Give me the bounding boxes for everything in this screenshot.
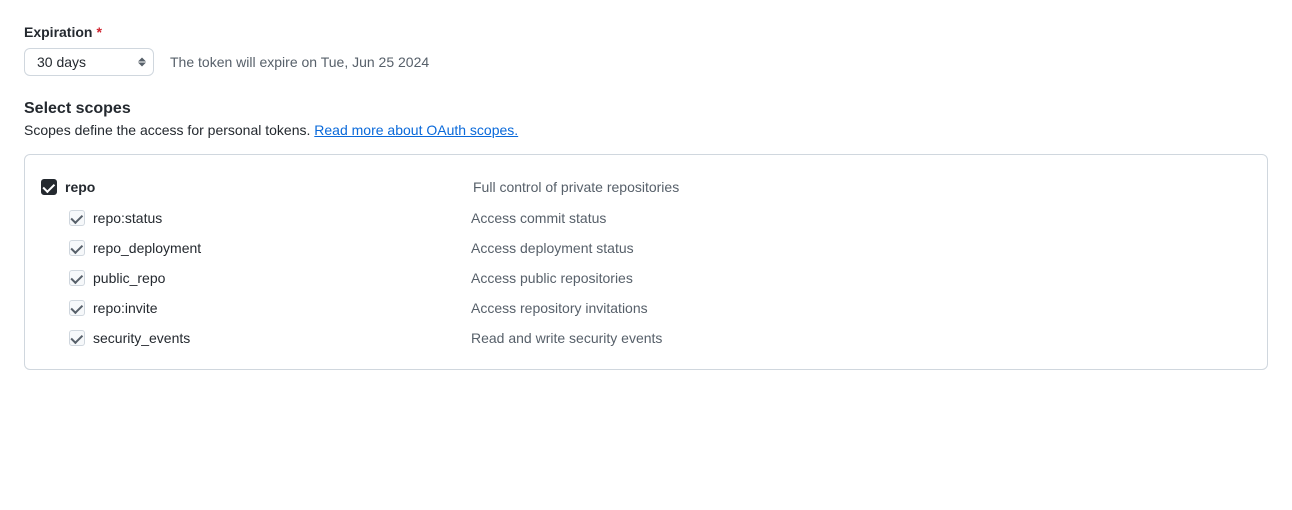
list-item: repo:status Access commit status xyxy=(69,203,1251,233)
expiration-select[interactable]: 7 days 30 days 60 days 90 days Custom No… xyxy=(24,48,154,76)
repo-status-checkbox[interactable] xyxy=(69,210,85,226)
repo-checkbox[interactable] xyxy=(41,179,57,195)
security-events-checkbox[interactable] xyxy=(69,330,85,346)
scopes-description-text: Scopes define the access for personal to… xyxy=(24,122,314,138)
repo-scope-name: repo xyxy=(65,179,465,195)
repo-invite-checkbox[interactable] xyxy=(69,300,85,316)
expiration-section: Expiration * 7 days 30 days 60 days 90 d… xyxy=(24,24,1268,76)
list-item: public_repo Access public repositories xyxy=(69,263,1251,293)
expiration-select-wrapper: 7 days 30 days 60 days 90 days Custom No… xyxy=(24,48,154,76)
repo-deployment-name: repo_deployment xyxy=(93,240,463,256)
scopes-description: Scopes define the access for personal to… xyxy=(24,122,1268,138)
repo-scope-description: Full control of private repositories xyxy=(473,179,679,195)
repo-scope-children: repo:status Access commit status repo_de… xyxy=(41,203,1251,353)
repo-status-description: Access commit status xyxy=(471,210,606,226)
repo-deployment-description: Access deployment status xyxy=(471,240,634,256)
list-item: repo_deployment Access deployment status xyxy=(69,233,1251,263)
required-indicator: * xyxy=(96,24,101,40)
expiration-note: The token will expire on Tue, Jun 25 202… xyxy=(170,54,429,70)
repo-invite-name: repo:invite xyxy=(93,300,463,316)
public-repo-description: Access public repositories xyxy=(471,270,633,286)
security-events-description: Read and write security events xyxy=(471,330,662,346)
security-events-name: security_events xyxy=(93,330,463,346)
oauth-scopes-link[interactable]: Read more about OAuth scopes. xyxy=(314,122,518,138)
scopes-box: repo Full control of private repositorie… xyxy=(24,154,1268,370)
expiration-label-text: Expiration xyxy=(24,24,92,40)
scopes-section: Select scopes Scopes define the access f… xyxy=(24,100,1268,370)
repo-invite-description: Access repository invitations xyxy=(471,300,648,316)
repo-scope-parent: repo Full control of private repositorie… xyxy=(41,171,1251,203)
scopes-title: Select scopes xyxy=(24,100,1268,118)
public-repo-name: public_repo xyxy=(93,270,463,286)
repo-scope-group: repo Full control of private repositorie… xyxy=(41,171,1251,353)
public-repo-checkbox[interactable] xyxy=(69,270,85,286)
repo-status-name: repo:status xyxy=(93,210,463,226)
list-item: security_events Read and write security … xyxy=(69,323,1251,353)
expiration-label: Expiration * xyxy=(24,24,1268,40)
repo-deployment-checkbox[interactable] xyxy=(69,240,85,256)
list-item: repo:invite Access repository invitation… xyxy=(69,293,1251,323)
expiration-row: 7 days 30 days 60 days 90 days Custom No… xyxy=(24,48,1268,76)
